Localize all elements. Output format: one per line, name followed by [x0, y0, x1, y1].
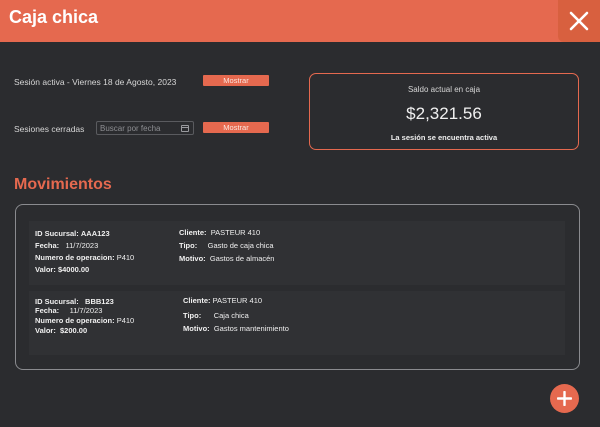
date-search-input[interactable]: Buscar por fecha — [96, 121, 194, 135]
branch-field: ID Sucursal: BBB123 — [35, 297, 114, 306]
movements-panel: ID Sucursal: AAA123 Fecha: 11/7/2023 Num… — [15, 204, 580, 370]
reason-field: Motivo: Gastos de almacén — [179, 254, 275, 263]
balance-card: Saldo actual en caja $2,321.56 La sesión… — [309, 73, 579, 150]
date-field: Fecha: 11/7/2023 — [35, 306, 103, 315]
calendar-icon[interactable] — [181, 125, 189, 132]
movement-card[interactable]: ID Sucursal: BBB123 Fecha: 11/7/2023 Num… — [29, 291, 565, 355]
close-icon — [569, 11, 589, 31]
operation-field: Numero de operacion: P410 — [35, 316, 135, 325]
balance-amount: $2,321.56 — [406, 104, 482, 123]
client-field: Cliente: PASTEUR 410 — [179, 228, 261, 237]
closed-sessions-label: Sesiones cerradas — [14, 124, 85, 134]
active-session-label: Sesión activa - Viernes 18 de Agosto, 20… — [14, 77, 177, 87]
show-active-session-button[interactable]: Mostrar — [203, 75, 269, 86]
branch-field: ID Sucursal: AAA123 — [35, 229, 110, 238]
value-field: Valor: $200.00 — [35, 326, 88, 335]
movements-title: Movimientos — [14, 176, 112, 193]
movement-card[interactable]: ID Sucursal: AAA123 Fecha: 11/7/2023 Num… — [29, 221, 565, 285]
value-field: Valor: $4000.00 — [35, 265, 90, 274]
page-title: Caja chica — [9, 7, 99, 27]
session-status: La sesión se encuentra activa — [390, 133, 498, 142]
show-closed-sessions-button[interactable]: Mostrar — [203, 122, 269, 133]
add-movement-button[interactable] — [550, 384, 579, 413]
date-field: Fecha: 11/7/2023 — [35, 241, 99, 250]
plus-icon — [557, 391, 572, 406]
type-field: Tipo: Gasto de caja chica — [179, 241, 274, 250]
type-field: Tipo: Caja chica — [183, 311, 249, 320]
app-header: Caja chica — [0, 0, 600, 42]
date-search-placeholder: Buscar por fecha — [100, 123, 161, 133]
client-field: Cliente: PASTEUR 410 — [183, 296, 263, 305]
close-button[interactable] — [558, 0, 600, 42]
operation-field: Numero de operacion: P410 — [35, 253, 135, 262]
reason-field: Motivo: Gastos mantenimiento — [183, 324, 289, 333]
balance-label: Saldo actual en caja — [407, 85, 481, 94]
